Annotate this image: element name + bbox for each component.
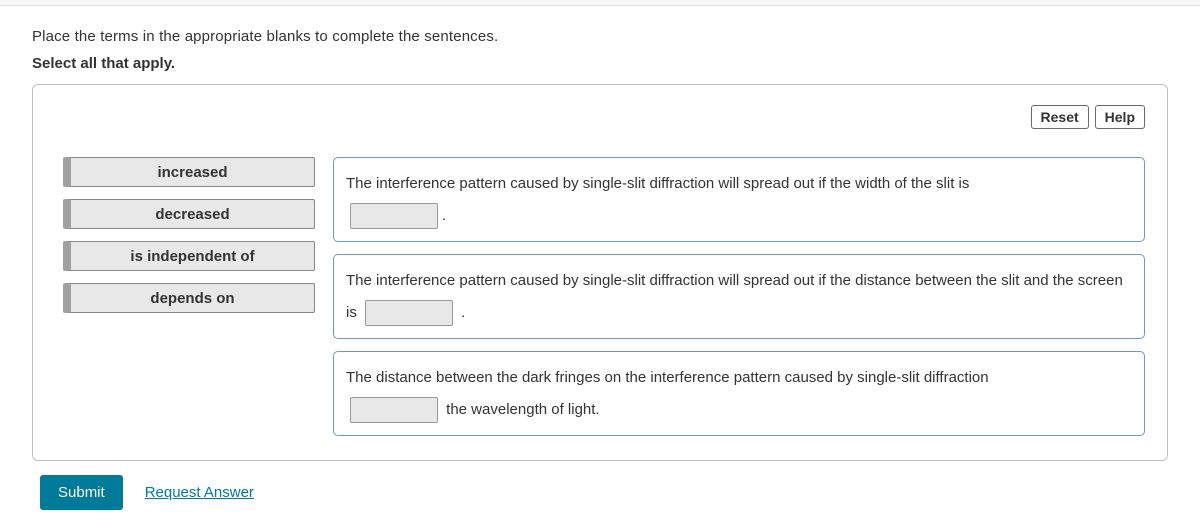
terms-column: increased decreased is independent of de… xyxy=(55,157,315,313)
sentence-2: The interference pattern caused by singl… xyxy=(333,254,1145,339)
blank-3[interactable] xyxy=(350,397,438,423)
term-is-independent-of[interactable]: is independent of xyxy=(63,241,315,271)
footer-bar: Submit Request Answer xyxy=(0,461,1200,510)
term-decreased[interactable]: decreased xyxy=(63,199,315,229)
sentence-2-text-2: . xyxy=(457,304,465,321)
blank-1[interactable] xyxy=(350,203,438,229)
sentence-3-text-2: the wavelength of light. xyxy=(442,401,600,418)
instruction-line-2: Select all that apply. xyxy=(32,55,1168,72)
work-area: increased decreased is independent of de… xyxy=(55,157,1145,436)
sentence-1: The interference pattern caused by singl… xyxy=(333,157,1145,242)
activity-panel: Reset Help increased decreased is indepe… xyxy=(32,84,1168,461)
blank-2[interactable] xyxy=(365,300,453,326)
request-answer-link[interactable]: Request Answer xyxy=(145,484,254,501)
sentence-3-text-1: The distance between the dark fringes on… xyxy=(346,369,989,386)
instruction-line-1: Place the terms in the appropriate blank… xyxy=(32,28,1168,45)
sentence-1-text-1: The interference pattern caused by singl… xyxy=(346,175,969,192)
panel-controls: Reset Help xyxy=(55,105,1145,129)
sentences-column: The interference pattern caused by singl… xyxy=(333,157,1145,436)
content-area: Place the terms in the appropriate blank… xyxy=(0,6,1200,461)
submit-button[interactable]: Submit xyxy=(40,475,123,510)
help-button[interactable]: Help xyxy=(1095,105,1145,129)
term-increased[interactable]: increased xyxy=(63,157,315,187)
term-depends-on[interactable]: depends on xyxy=(63,283,315,313)
sentence-3: The distance between the dark fringes on… xyxy=(333,351,1145,436)
sentence-1-text-2: . xyxy=(442,207,446,224)
reset-button[interactable]: Reset xyxy=(1031,105,1089,129)
